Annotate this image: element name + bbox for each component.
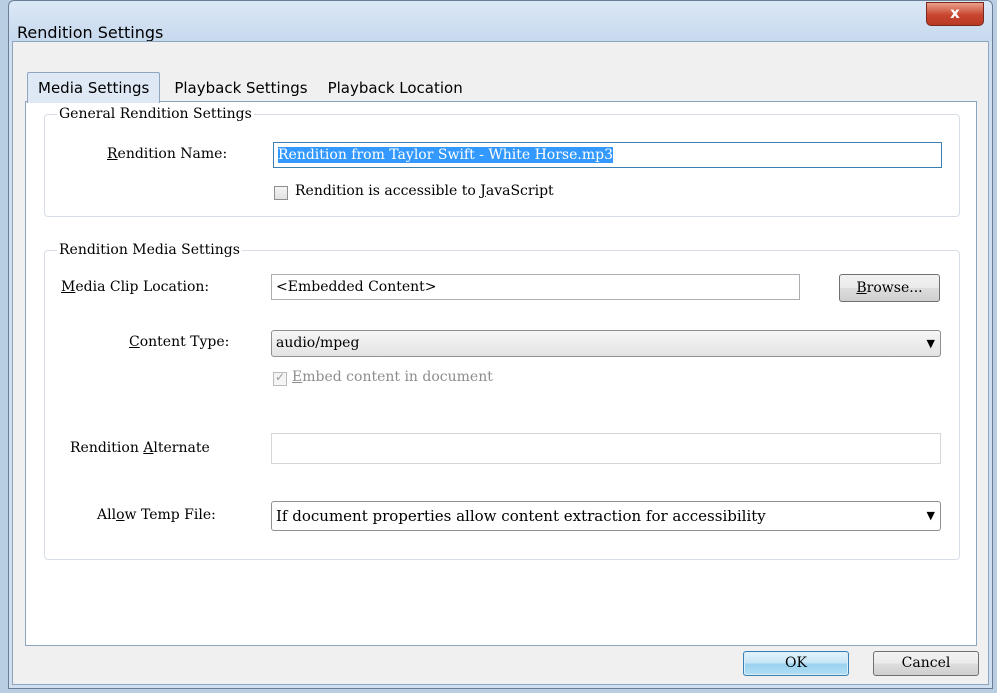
embed-content-checkbox[interactable]: ✓	[273, 370, 287, 386]
allow-temp-file-select[interactable]: If document properties allow content ext…	[271, 501, 941, 531]
cancel-button[interactable]: Cancel	[873, 651, 979, 676]
dialog-window: Rendition Settings x Media Settings Play…	[8, 0, 993, 689]
rendition-name-value: Rendition from Taylor Swift - White Hors…	[278, 147, 613, 163]
content-type-select[interactable]: audio/mpeg ▼	[271, 330, 941, 357]
rendition-alternate-label: Rendition Alternate	[70, 440, 210, 456]
tab-playback-location[interactable]: Playback Location	[318, 75, 473, 102]
tab-strip: Media Settings Playback Settings Playbac…	[27, 72, 473, 103]
general-settings-legend: General Rendition Settings	[57, 105, 254, 123]
embed-content-label: Embed content in document	[292, 369, 493, 385]
general-settings-group: General Rendition Settings Rendition Nam…	[44, 105, 960, 217]
media-settings-panel: General Rendition Settings Rendition Nam…	[25, 101, 977, 646]
javascript-accessible-label: Rendition is accessible to JavaScript	[295, 183, 554, 199]
rendition-name-label: Rendition Name:	[107, 146, 228, 162]
media-settings-group: Rendition Media Settings Media Clip Loca…	[44, 241, 960, 560]
chevron-down-icon: ▼	[926, 337, 935, 350]
dialog-client-area: Media Settings Playback Settings Playbac…	[12, 41, 989, 685]
chevron-down-icon: ▼	[926, 509, 935, 522]
rendition-alternate-input[interactable]	[271, 433, 941, 464]
media-clip-location-label: Media Clip Location:	[61, 279, 210, 295]
media-clip-location-value: <Embedded Content>	[276, 279, 437, 295]
tab-media-settings[interactable]: Media Settings	[27, 72, 161, 103]
rendition-name-input[interactable]: Rendition from Taylor Swift - White Hors…	[273, 142, 942, 168]
allow-temp-file-label: Allow Temp File:	[97, 507, 216, 523]
close-button[interactable]: x	[926, 2, 984, 26]
allow-temp-file-value: If document properties allow content ext…	[276, 507, 766, 525]
media-clip-location-input[interactable]: <Embedded Content>	[271, 274, 800, 300]
javascript-accessible-checkbox[interactable]	[274, 186, 288, 200]
content-type-value: audio/mpeg	[276, 335, 360, 351]
browse-button[interactable]: Browse...	[839, 274, 940, 302]
media-settings-legend: Rendition Media Settings	[57, 241, 242, 259]
title-bar[interactable]: Rendition Settings x	[9, 1, 992, 42]
dialog-title: Rendition Settings	[17, 23, 164, 42]
checkmark-icon: ✓	[275, 370, 286, 384]
content-type-label: Content Type:	[129, 334, 230, 350]
ok-button[interactable]: OK	[743, 651, 849, 676]
tab-playback-settings[interactable]: Playback Settings	[164, 75, 317, 102]
